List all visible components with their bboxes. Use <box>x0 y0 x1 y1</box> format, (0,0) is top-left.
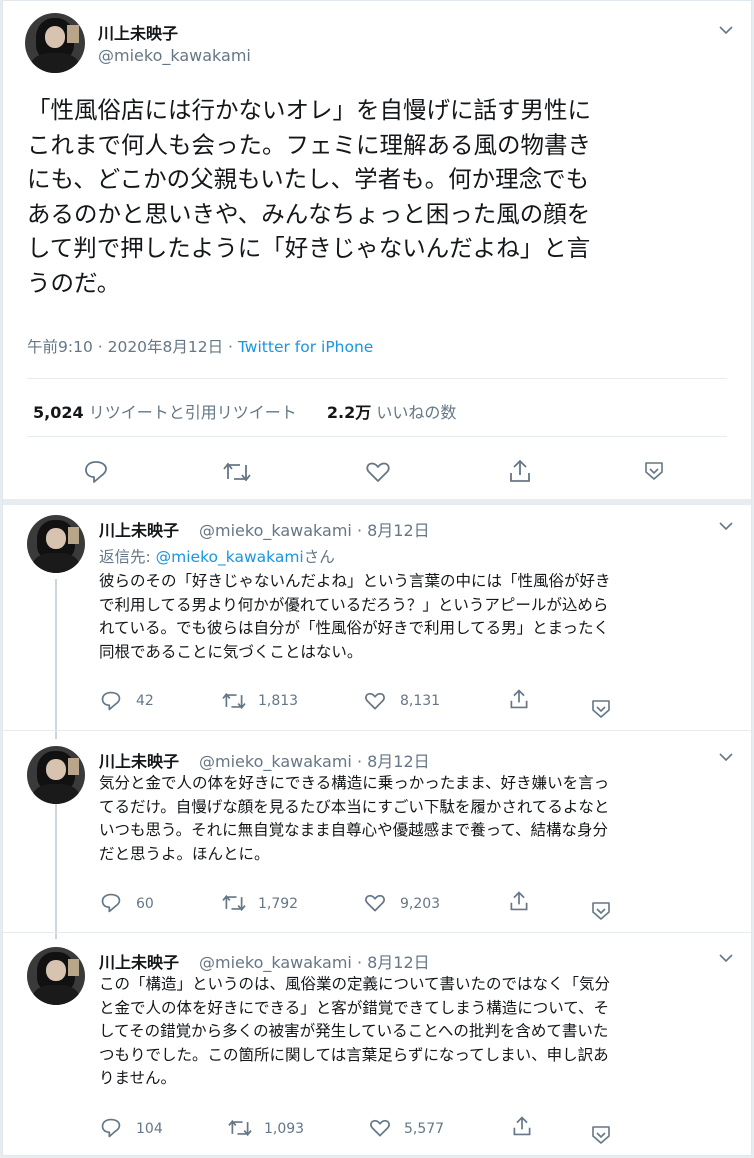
share-icon[interactable] <box>508 687 530 711</box>
author-name[interactable]: 川上未映子 <box>99 949 179 973</box>
tweet-text: この「構造」というのは、風俗業の定義について書いたのではなく「気分 と金で人の体… <box>99 975 611 1087</box>
divider <box>3 932 751 933</box>
divider <box>3 499 751 505</box>
tweet-text: 気分と金で人の体を好きにできる構造に乗っかったまま、好き嫌いを言っ てるだけ。自… <box>99 774 610 863</box>
main-tweet: 川上未映子 @mieko_kawakami 「性風俗店には行かないオレ」を自慢げ… <box>3 1 751 499</box>
avatar[interactable] <box>27 746 85 804</box>
reply-icon[interactable] <box>100 1117 122 1139</box>
tweet-date[interactable]: 2020年8月12日 <box>108 338 224 356</box>
divider <box>27 436 727 437</box>
like-count: 5,577 <box>404 1121 445 1137</box>
retweet-count: 1,093 <box>264 1121 305 1137</box>
retweet-icon[interactable] <box>222 459 252 485</box>
chevron-down-icon[interactable] <box>590 698 612 720</box>
author-name[interactable]: 川上未映子 <box>98 20 178 44</box>
like-count: 9,203 <box>400 896 441 912</box>
avatar[interactable] <box>27 515 85 573</box>
reply-to-link[interactable]: @mieko_kawakami <box>156 548 304 566</box>
share-icon[interactable] <box>507 457 533 485</box>
author-handle-date[interactable]: @mieko_kawakami · 8月12日 <box>199 748 430 772</box>
author-name[interactable]: 川上未映子 <box>99 517 179 541</box>
tweet-text: 「性風俗店には行かないオレ」を自慢げに話す男性に これまで何人も会った。フェミに… <box>27 96 591 297</box>
reply-icon[interactable] <box>83 459 109 485</box>
reply-icon[interactable] <box>100 892 122 914</box>
chevron-down-icon[interactable] <box>719 750 733 764</box>
chevron-down-icon[interactable] <box>590 1124 612 1146</box>
tweet-text: 彼らのその「好きじゃないんだよね」という言葉の中には「性風俗が好き で利用してる… <box>99 572 611 661</box>
divider <box>3 730 751 731</box>
reply-count: 104 <box>136 1121 163 1137</box>
share-icon[interactable] <box>508 889 530 913</box>
tweet-time[interactable]: 午前9:10 <box>27 338 93 356</box>
reply-count: 60 <box>136 896 154 912</box>
avatar[interactable] <box>25 13 85 73</box>
like-icon[interactable] <box>369 1117 391 1139</box>
reply-icon[interactable] <box>100 690 122 712</box>
author-handle-date[interactable]: @mieko_kawakami · 8月12日 <box>199 949 430 973</box>
like-count: 8,131 <box>400 693 441 709</box>
chevron-down-icon[interactable] <box>590 900 612 922</box>
chevron-down-icon[interactable] <box>719 519 733 533</box>
divider <box>27 378 727 379</box>
retweet-count: 1,813 <box>258 693 299 709</box>
like-stat[interactable]: 2.2万 いいねの数 <box>327 403 456 422</box>
retweet-count: 1,792 <box>258 896 299 912</box>
chevron-down-icon[interactable] <box>719 23 733 37</box>
author-handle[interactable]: @mieko_kawakami <box>98 46 251 65</box>
share-icon[interactable] <box>511 1114 533 1138</box>
author-handle-date[interactable]: @mieko_kawakami · 8月12日 <box>199 517 430 541</box>
thread-line <box>55 804 57 939</box>
thread-line <box>55 579 57 739</box>
reply-count: 42 <box>136 693 154 709</box>
chevron-down-icon[interactable] <box>643 460 665 482</box>
tweet-frame: 川上未映子 @mieko_kawakami 「性風俗店には行かないオレ」を自慢げ… <box>2 0 752 1156</box>
retweet-icon[interactable] <box>221 690 247 712</box>
chevron-down-icon[interactable] <box>719 951 733 965</box>
like-icon[interactable] <box>364 690 386 712</box>
author-name[interactable]: 川上未映子 <box>99 748 179 772</box>
retweet-icon[interactable] <box>227 1117 253 1139</box>
avatar[interactable] <box>27 947 85 1005</box>
retweet-stat[interactable]: 5,024 リツイートと引用リツイート <box>33 403 297 422</box>
like-icon[interactable] <box>364 892 386 914</box>
like-icon[interactable] <box>365 459 391 485</box>
tweet-meta: 午前9:10 · 2020年8月12日 · Twitter for iPhone <box>27 338 374 356</box>
retweet-icon[interactable] <box>221 892 247 914</box>
reply-to: 返信先: @mieko_kawakamiさん <box>99 548 335 566</box>
tweet-source-link[interactable]: Twitter for iPhone <box>238 338 373 356</box>
tweet-stats: 5,024 リツイートと引用リツイート 2.2万 いいねの数 <box>33 399 456 423</box>
